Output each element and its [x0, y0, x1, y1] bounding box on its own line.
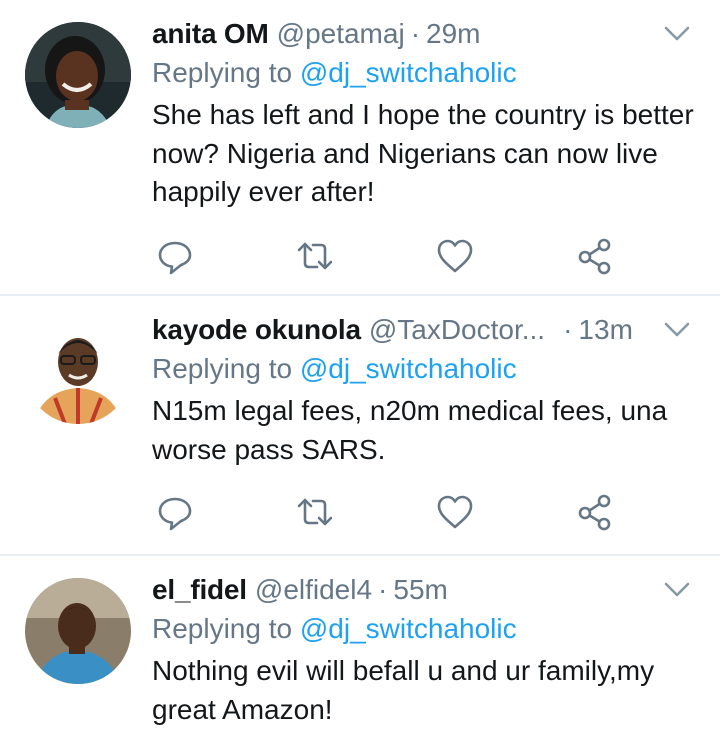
tweet-timeline: anita OM @petamaj · 29m Replying to @dj_…	[0, 0, 720, 748]
tweet-header: kayode okunola @TaxDoctor... · 13m	[152, 312, 696, 348]
replying-label: Replying to	[152, 613, 293, 644]
tweet-header: anita OM @petamaj · 29m	[152, 16, 696, 52]
replying-to: Replying to @dj_switchaholic	[152, 610, 696, 648]
reply-icon[interactable]	[155, 492, 195, 532]
reply-icon[interactable]	[155, 236, 195, 276]
tweet-text: Nothing evil will befall u and ur family…	[152, 655, 655, 725]
user-handle[interactable]: @TaxDoctor...	[369, 312, 545, 348]
tweet[interactable]: kayode okunola @TaxDoctor... · 13m Reply…	[0, 296, 720, 556]
tweet[interactable]: anita OM @petamaj · 29m Replying to @dj_…	[0, 0, 720, 296]
tweet-time[interactable]: 29m	[426, 16, 480, 52]
user-name[interactable]: kayode okunola	[152, 312, 361, 348]
separator-dot: ·	[563, 314, 573, 345]
user-name[interactable]: anita OM	[152, 16, 269, 52]
retweet-icon[interactable]	[295, 492, 335, 532]
user-handle[interactable]: @elfidel4	[255, 572, 372, 608]
heart-icon[interactable]	[435, 236, 475, 276]
retweet-icon[interactable]	[295, 236, 335, 276]
tweet-text: N15m legal fees, n20m medical fees, una …	[152, 395, 668, 465]
tweet-actions	[152, 236, 632, 276]
replying-label: Replying to	[152, 353, 293, 384]
replying-to: Replying to @dj_switchaholic	[152, 350, 696, 388]
avatar[interactable]	[25, 318, 131, 424]
chevron-down-icon[interactable]	[662, 22, 692, 46]
tweet-time[interactable]: 13m	[578, 312, 632, 348]
share-icon[interactable]	[575, 492, 615, 532]
tweet-header: el_fidel @elfidel4 · 55m	[152, 572, 696, 608]
chevron-down-icon[interactable]	[662, 578, 692, 602]
tweet-time[interactable]: 55m	[393, 572, 447, 608]
heart-icon[interactable]	[435, 492, 475, 532]
tweet[interactable]: el_fidel @elfidel4 · 55m Replying to @dj…	[0, 556, 720, 748]
avatar[interactable]	[25, 578, 131, 684]
separator-dot: ·	[410, 18, 421, 49]
user-handle[interactable]: @petamaj	[277, 16, 405, 52]
separator-dot: ·	[378, 574, 388, 605]
tweet-actions	[152, 492, 632, 532]
mention-link[interactable]: @dj_switchaholic	[300, 613, 517, 644]
avatar[interactable]	[25, 22, 131, 128]
replying-label: Replying to	[152, 57, 293, 88]
replying-to: Replying to @dj_switchaholic	[152, 54, 696, 92]
tweet-text: She has left and I hope the country is b…	[152, 99, 694, 207]
chevron-down-icon[interactable]	[662, 318, 692, 342]
share-icon[interactable]	[575, 236, 615, 276]
mention-link[interactable]: @dj_switchaholic	[300, 353, 517, 384]
user-name[interactable]: el_fidel	[152, 572, 247, 608]
mention-link[interactable]: @dj_switchaholic	[300, 57, 517, 88]
